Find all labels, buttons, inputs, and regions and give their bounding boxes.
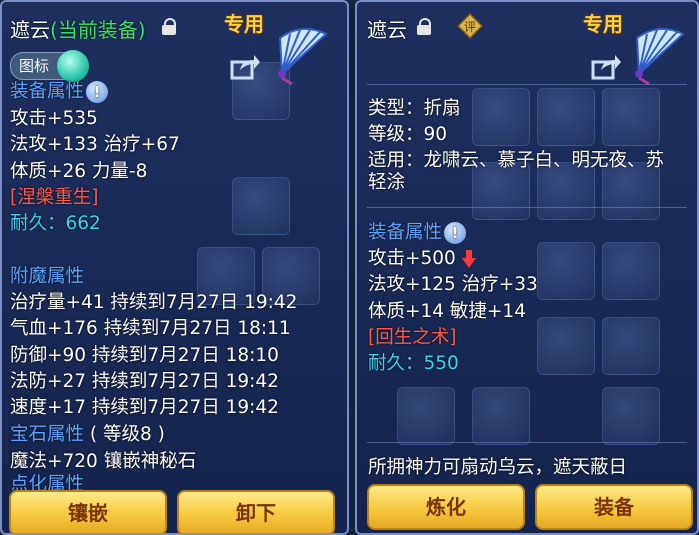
item-title: 遮云(当前装备) <box>10 14 146 43</box>
background-item-slot <box>537 317 595 375</box>
enchant-line: 气血+176 持续到7月27日 18:11 <box>10 318 291 339</box>
equip-button[interactable]: 装备 <box>535 484 693 530</box>
background-item-slot <box>602 242 660 300</box>
divider <box>367 442 687 443</box>
attr-line: 体质+26 力量-8 <box>10 161 148 182</box>
refine-attr-header: 点化属性 <box>10 474 85 490</box>
icon-toggle[interactable]: 图标 <box>10 50 89 82</box>
enchant-line: 速度+17 持续到7月27日 19:42 <box>10 397 279 418</box>
appraise-icon[interactable]: 评 <box>457 13 483 39</box>
special-tag: 专用 <box>224 12 264 36</box>
inlay-button[interactable]: 镶嵌 <box>9 490 167 533</box>
toggle-knob <box>57 50 89 82</box>
item-description: 所拥神力可扇动乌云，遮天蔽日 <box>368 457 628 478</box>
background-item-slot <box>537 242 595 300</box>
divider <box>367 207 687 208</box>
background-item-slot <box>537 88 595 146</box>
attr-line: 体质+14 敏捷+14 <box>368 301 526 322</box>
fan-item-icon <box>278 27 328 86</box>
durability: 耐久：662 <box>10 213 101 234</box>
current-equipment-panel: 遮云(当前装备) 专用 图标 装备属性! 攻击+535 法攻+133 治疗+67… <box>0 0 349 535</box>
gem-attr-row: 宝石属性 ( 等级8 ) <box>10 422 165 449</box>
background-item-slot <box>232 177 290 235</box>
item-name: 遮云 <box>367 18 407 42</box>
info-icon[interactable]: ! <box>86 81 109 103</box>
equip-attr-header: 装备属性! <box>368 220 467 247</box>
icon-toggle-label: 图标 <box>19 57 50 75</box>
background-item-slot <box>397 387 455 445</box>
level-line: 等级：90 <box>368 124 448 145</box>
attack-line: 攻击+500 <box>368 246 476 273</box>
fit-line: 轻涂 <box>368 172 406 193</box>
gem-level: ( 等级8 ) <box>89 424 165 445</box>
special-skill: [涅槃重生] <box>10 187 99 208</box>
type-line: 类型：折扇 <box>368 98 461 119</box>
attr-line: 法攻+133 治疗+67 <box>10 134 180 155</box>
lock-icon[interactable] <box>162 18 176 35</box>
divider <box>367 84 687 85</box>
background-item-slot <box>602 88 660 146</box>
unequip-button[interactable]: 卸下 <box>177 490 335 533</box>
enchant-line: 法防+27 持续到7月27日 19:42 <box>10 371 279 392</box>
share-icon[interactable] <box>591 54 621 80</box>
fan-item-icon <box>635 27 685 86</box>
share-icon[interactable] <box>230 54 260 80</box>
enchant-attr-header: 附魔属性 <box>10 266 85 287</box>
equipped-tag: (当前装备) <box>50 18 146 42</box>
compare-equipment-panel: 遮云 评 专用 类型：折扇 等级：90 适用：龙啸云、慕子白、明无夜、苏 轻涂 … <box>355 0 699 535</box>
gem-attr-header: 宝石属性 <box>10 424 85 445</box>
background-item-slot <box>602 387 660 445</box>
enchant-line: 防御+90 持续到7月27日 18:10 <box>10 345 279 366</box>
item-name: 遮云 <box>10 18 50 42</box>
background-item-slot <box>602 317 660 375</box>
lock-icon[interactable] <box>417 18 431 35</box>
equip-attr-header: 装备属性! <box>10 79 109 106</box>
background-item-slot <box>472 88 530 146</box>
special-skill: [回生之术] <box>368 327 457 348</box>
attr-line: 法攻+125 治疗+33 <box>368 274 538 295</box>
appraise-label: 评 <box>464 20 476 34</box>
attr-line: 攻击+535 <box>10 108 98 129</box>
enchant-line: 治疗量+41 持续到7月27日 19:42 <box>10 292 298 313</box>
background-item-slot <box>472 387 530 445</box>
info-icon[interactable]: ! <box>444 222 467 244</box>
refine-button[interactable]: 炼化 <box>367 484 525 530</box>
fit-line: 适用：龙啸云、慕子白、明无夜、苏 <box>368 150 665 171</box>
durability: 耐久：550 <box>368 353 459 374</box>
down-arrow-icon <box>461 250 476 268</box>
special-tag: 专用 <box>583 12 623 36</box>
